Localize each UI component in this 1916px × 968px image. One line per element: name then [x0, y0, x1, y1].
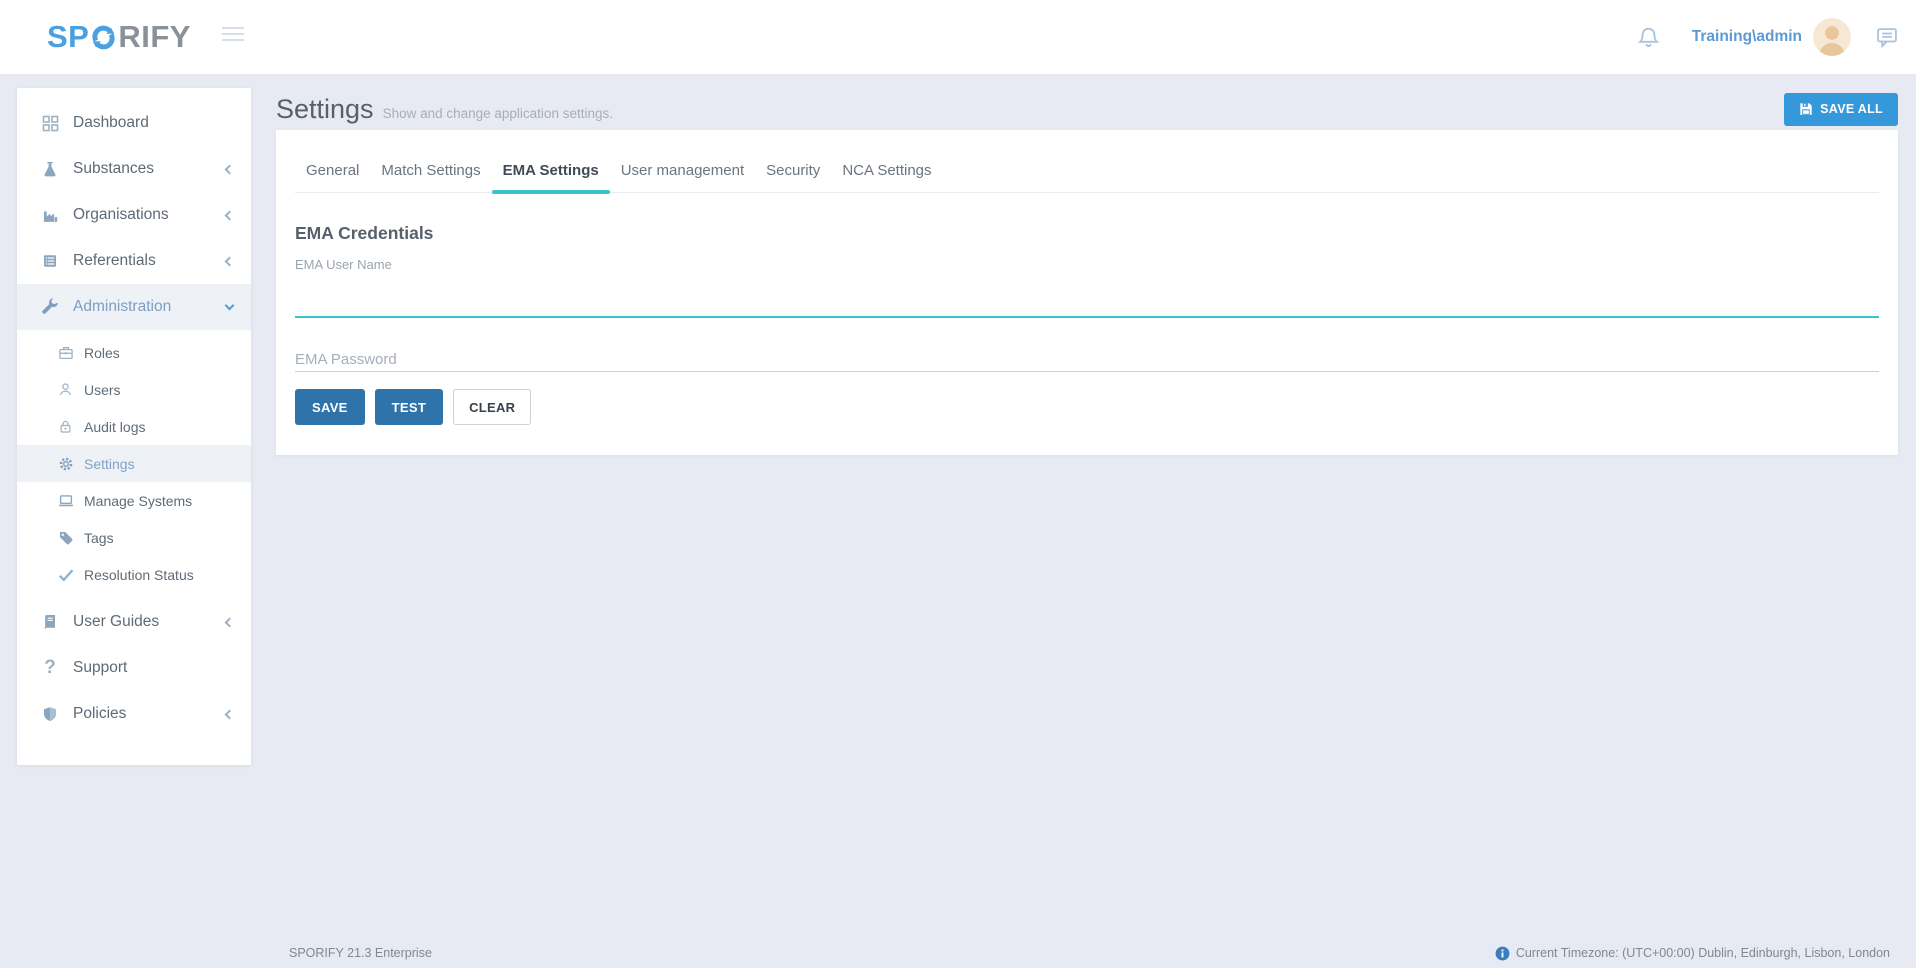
section-title: EMA Credentials — [295, 223, 1879, 244]
sidebar-item-label: Users — [84, 382, 121, 398]
save-all-label: SAVE ALL — [1820, 102, 1883, 116]
sidebar-item-tags[interactable]: Tags — [17, 519, 251, 556]
save-button[interactable]: SAVE — [295, 389, 365, 425]
list-icon — [40, 252, 60, 270]
sidebar-item-settings[interactable]: Settings — [17, 445, 251, 482]
wrench-icon — [40, 298, 60, 316]
chevron-left-icon — [225, 617, 235, 627]
briefcase-icon — [57, 344, 74, 362]
sidebar-item-label: Administration — [73, 298, 171, 316]
flask-icon — [40, 160, 60, 178]
clear-button[interactable]: CLEAR — [453, 389, 531, 425]
tab-match-settings[interactable]: Match Settings — [370, 149, 491, 192]
info-icon — [1495, 946, 1510, 961]
save-all-button[interactable]: SAVE ALL — [1784, 93, 1898, 126]
book-icon — [40, 613, 60, 631]
question-icon: ? — [40, 659, 60, 677]
tab-general[interactable]: General — [295, 149, 370, 192]
sidebar-item-organisations[interactable]: Organisations — [17, 192, 251, 238]
user-menu[interactable]: Training\admin — [1692, 28, 1802, 46]
page-subtitle: Show and change application settings. — [383, 98, 613, 121]
sidebar-item-manage-systems[interactable]: Manage Systems — [17, 482, 251, 519]
ema-password-input[interactable] — [295, 334, 1879, 372]
sidebar-item-label: Tags — [84, 530, 114, 546]
timezone-text: Current Timezone: (UTC+00:00) Dublin, Ed… — [1516, 946, 1890, 960]
main-content: Settings Show and change application set… — [276, 88, 1898, 455]
settings-card: General Match Settings EMA Settings User… — [276, 130, 1898, 455]
notifications-bell-icon[interactable] — [1637, 26, 1660, 49]
sidebar-item-label: Policies — [73, 705, 126, 723]
gear-icon — [57, 455, 74, 473]
sidebar-item-referentials[interactable]: Referentials — [17, 238, 251, 284]
chevron-left-icon — [225, 256, 235, 266]
sidebar-item-label: Organisations — [73, 206, 169, 224]
topbar: SP RIFY Training\admin — [0, 0, 1916, 74]
tab-user-management[interactable]: User management — [610, 149, 755, 192]
tab-nca-settings[interactable]: NCA Settings — [831, 149, 942, 192]
sidebar-item-label: Resolution Status — [84, 567, 194, 583]
sidebar-item-roles[interactable]: Roles — [17, 334, 251, 371]
chevron-left-icon — [225, 709, 235, 719]
app-version: SPORIFY 21.3 Enterprise — [289, 946, 432, 960]
page-header: Settings Show and change application set… — [276, 88, 1898, 130]
form-buttons: SAVE TEST CLEAR — [295, 389, 1879, 425]
feedback-chat-icon[interactable] — [1876, 26, 1898, 48]
user-icon — [57, 381, 74, 399]
footer: SPORIFY 21.3 Enterprise Current Timezone… — [276, 944, 1898, 962]
sidebar-item-substances[interactable]: Substances — [17, 146, 251, 192]
page-title: Settings — [276, 94, 374, 125]
sidebar-item-dashboard[interactable]: Dashboard — [17, 100, 251, 146]
tab-ema-settings[interactable]: EMA Settings — [492, 149, 610, 192]
tab-security[interactable]: Security — [755, 149, 831, 192]
sidebar-item-label: User Guides — [73, 613, 159, 631]
sidebar-item-users[interactable]: Users — [17, 371, 251, 408]
chevron-left-icon — [225, 210, 235, 220]
check-icon — [57, 566, 74, 584]
save-floppy-icon — [1799, 102, 1813, 116]
sidebar-item-administration[interactable]: Administration — [17, 284, 251, 330]
dashboard-icon — [40, 114, 60, 132]
shield-icon — [40, 705, 60, 723]
settings-tabs: General Match Settings EMA Settings User… — [295, 130, 1879, 193]
factory-icon — [40, 206, 60, 224]
timezone-info: Current Timezone: (UTC+00:00) Dublin, Ed… — [1495, 946, 1890, 961]
sidebar-item-policies[interactable]: Policies — [17, 691, 251, 737]
sync-circle-icon — [90, 24, 117, 51]
sidebar-item-label: Roles — [84, 345, 120, 361]
sidebar: Dashboard Substances Organisations — [17, 88, 251, 765]
menu-toggle-button[interactable] — [222, 27, 244, 45]
sidebar-item-label: Manage Systems — [84, 493, 192, 509]
sidebar-item-label: Settings — [84, 456, 135, 472]
sidebar-item-label: Audit logs — [84, 419, 145, 435]
logo-text-sp: SP — [47, 19, 89, 55]
sidebar-item-label: Dashboard — [73, 114, 149, 132]
sidebar-item-user-guides[interactable]: User Guides — [17, 599, 251, 645]
sidebar-item-label: Support — [73, 659, 127, 677]
administration-submenu: Roles Users Audit logs — [17, 330, 251, 599]
laptop-icon — [57, 492, 74, 510]
chevron-down-icon — [225, 300, 235, 310]
chevron-left-icon — [225, 164, 235, 174]
topbar-right: Training\admin — [1637, 0, 1898, 74]
lock-icon — [57, 418, 74, 436]
ema-username-label: EMA User Name — [295, 257, 1879, 272]
logo-text-rify: RIFY — [118, 19, 191, 55]
sidebar-item-audit-logs[interactable]: Audit logs — [17, 408, 251, 445]
app-logo[interactable]: SP RIFY — [47, 19, 191, 55]
sidebar-item-label: Referentials — [73, 252, 156, 270]
sidebar-item-support[interactable]: ? Support — [17, 645, 251, 691]
sidebar-item-label: Substances — [73, 160, 154, 178]
test-button[interactable]: TEST — [375, 389, 443, 425]
avatar[interactable] — [1813, 18, 1851, 56]
sidebar-item-resolution-status[interactable]: Resolution Status — [17, 556, 251, 593]
tag-icon — [57, 529, 74, 547]
ema-username-input[interactable] — [295, 272, 1879, 318]
